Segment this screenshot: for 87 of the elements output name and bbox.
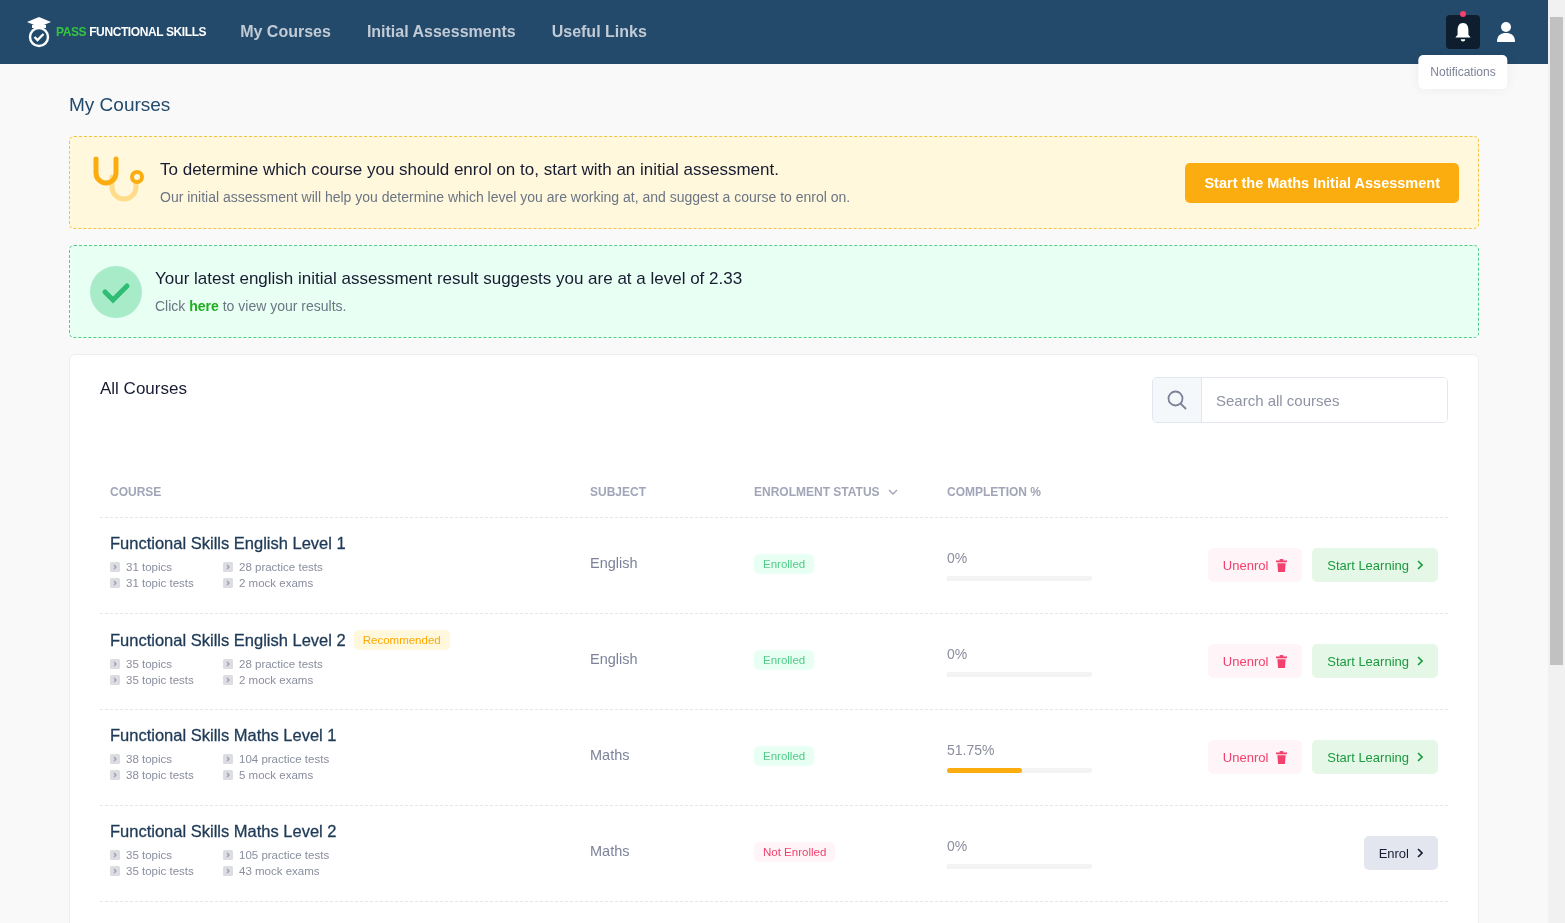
chevron-icon (110, 754, 120, 764)
column-header: COURSE (110, 485, 163, 499)
chevron-icon (110, 866, 120, 876)
course-stat: 35 topic tests (126, 674, 194, 686)
course-title[interactable]: Functional Skills English Level 2 (110, 630, 346, 650)
chevron-right-icon (1417, 656, 1423, 666)
subject-text: English (590, 651, 638, 667)
recommended-tag: Recommended (353, 630, 450, 650)
course-stat: 28 practice tests (239, 658, 323, 670)
user-icon (1496, 21, 1516, 43)
course-stat: 35 topic tests (126, 865, 194, 877)
chevron-icon (223, 850, 233, 860)
course-stat: 28 practice tests (239, 561, 323, 573)
chevron-icon (223, 659, 233, 669)
card-title: All Courses (100, 379, 187, 399)
course-title[interactable]: Functional Skills English Level 1 (110, 534, 346, 553)
chevron-icon (223, 578, 233, 588)
course-stat: 2 mock exams (239, 674, 314, 686)
trash-icon (1276, 654, 1288, 668)
course-stat: 38 topics (126, 753, 173, 765)
unenrol-button[interactable]: Unenrol (1207, 740, 1303, 774)
enrol-button[interactable]: Enrol (1363, 836, 1438, 870)
trash-icon (1276, 750, 1288, 764)
completion-text: 0% (947, 646, 969, 662)
banner-heading: To determine which course you should enrol on to, start with an initial assessment. (160, 160, 780, 180)
graduation-cap-icon (26, 16, 52, 48)
course-stat: 2 mock exams (239, 577, 314, 589)
sort-header[interactable]: ENROLMENT STATUS (754, 485, 947, 499)
start-learning-button[interactable]: Start Learning (1312, 740, 1438, 774)
column-header: SUBJECT (590, 485, 647, 499)
check-circle-icon (90, 265, 142, 318)
chevron-right-icon (1417, 560, 1423, 570)
search-icon (1167, 390, 1187, 410)
banner-text: Our initial assessment will help you determine which level you are working at, and suggest a course to enrol on. (160, 189, 852, 205)
chevron-icon (223, 754, 233, 764)
chevron-icon (110, 850, 120, 860)
nav-link[interactable]: Useful Links (551, 23, 647, 41)
chevron-icon (110, 675, 120, 685)
bell-icon (1454, 22, 1472, 42)
subject-text: Maths (590, 747, 630, 763)
chevron-icon (223, 675, 233, 685)
chevron-icon (223, 866, 233, 876)
chevron-icon (110, 659, 120, 669)
logo-text[interactable]: PASS FUNCTIONAL SKILLS (56, 25, 207, 39)
start-learning-button[interactable]: Start Learning (1312, 644, 1438, 678)
chevron-right-icon (1417, 752, 1423, 762)
course-stat: 5 mock exams (239, 769, 314, 781)
completion-text: 0% (947, 550, 969, 566)
page-title: My Courses (69, 94, 172, 116)
banner-heading: Your latest english initial assessment result suggests you are at a level of 2.33 (155, 269, 744, 289)
course-stat: 31 topic tests (126, 577, 194, 589)
chevron-icon (110, 562, 120, 572)
subject-text: English (590, 555, 638, 571)
unenrol-button[interactable]: Unenrol (1207, 548, 1303, 582)
nav-link[interactable]: My Courses (240, 23, 331, 41)
column-header: COMPLETION % (947, 485, 1042, 499)
status-tag: Enrolled (754, 746, 815, 766)
notifications-tooltip: Notifications (1418, 55, 1508, 89)
chevron-right-icon (1417, 848, 1423, 858)
course-stat: 35 topics (126, 849, 173, 861)
completion-text: 51.75% (947, 742, 996, 758)
nav-link[interactable]: Initial Assessments (366, 23, 516, 41)
course-title[interactable]: Functional Skills Maths Level 1 (110, 726, 337, 745)
course-stat: 43 mock exams (239, 865, 320, 877)
course-stat: 38 topic tests (126, 769, 194, 781)
chevron-icon (223, 562, 233, 572)
results-link[interactable]: here (189, 298, 219, 314)
banner-text: Click here to view your results. (155, 298, 348, 314)
course-stat: 105 practice tests (239, 849, 330, 861)
status-tag: Enrolled (754, 650, 815, 670)
trash-icon (1276, 558, 1288, 572)
chevron-icon (110, 578, 120, 588)
status-tag: Enrolled (754, 554, 815, 574)
chevron-icon (110, 770, 120, 780)
completion-text: 0% (947, 838, 969, 854)
start-learning-button[interactable]: Start Learning (1312, 548, 1438, 582)
course-stat: 35 topics (126, 658, 173, 670)
scrollbar[interactable] (1548, 0, 1565, 923)
status-tag: Not Enrolled (754, 842, 836, 862)
subject-text: Maths (590, 843, 630, 859)
course-stat: 31 topics (126, 561, 173, 573)
unenrol-button[interactable]: Unenrol (1207, 644, 1303, 678)
search-field[interactable]: Search all courses (1152, 377, 1448, 423)
course-stat: 104 practice tests (239, 753, 330, 765)
course-title[interactable]: Functional Skills Maths Level 2 (110, 822, 337, 841)
profile-button[interactable] (1496, 21, 1516, 43)
chevron-icon (223, 770, 233, 780)
